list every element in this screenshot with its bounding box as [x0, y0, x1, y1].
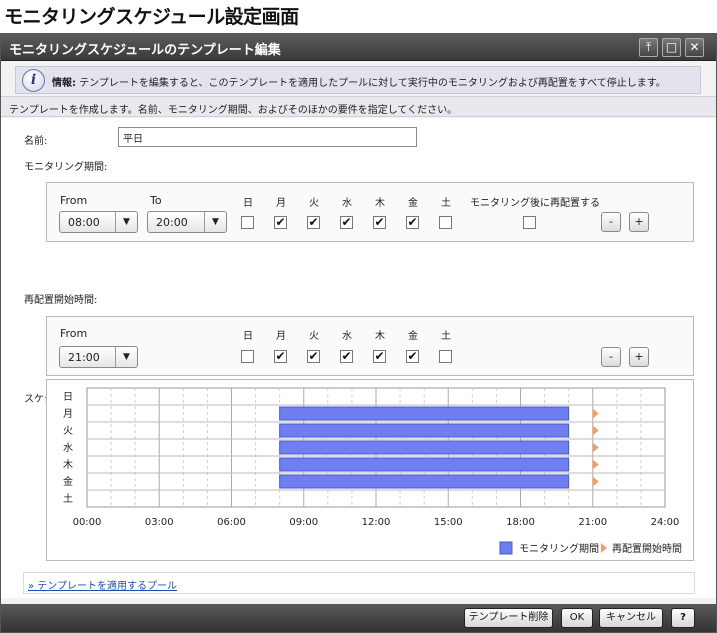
ok-button[interactable]: OK: [561, 608, 593, 628]
monitoring-bar: [279, 440, 570, 455]
monitoring-period-panel: From To 08:00 ▼ 20:00 ▼ 日 月 火 水 木 金 土 ✔ …: [46, 182, 694, 242]
description-bar: テンプレートを作成します。名前、モニタリング期間、およびそのほかの要件を指定して…: [1, 96, 716, 117]
x-tick-label: 12:00: [362, 517, 391, 528]
relocation-day-checkbox-thu[interactable]: ✔: [373, 350, 386, 363]
relocation-day-header-tue: 火: [309, 331, 319, 342]
delete-template-button[interactable]: テンプレート削除: [464, 608, 553, 628]
name-label: 名前:: [24, 136, 48, 147]
relocation-day-header-sat: 土: [441, 331, 451, 342]
description-text: テンプレートを作成します。名前、モニタリング期間、およびそのほかの要件を指定して…: [9, 105, 458, 116]
relocation-day-checkbox-mon[interactable]: ✔: [274, 350, 287, 363]
close-icon[interactable]: ✕: [685, 38, 704, 57]
x-tick-label: 21:00: [578, 517, 607, 528]
applied-pools-section: » テンプレートを適用するプール: [23, 572, 695, 594]
monitoring-to-select[interactable]: 20:00 ▼: [147, 211, 227, 233]
monitoring-from-label: From: [60, 194, 88, 207]
legend-label-relocation: 再配置開始時間: [612, 542, 682, 555]
relocation-day-checkbox-wed[interactable]: ✔: [340, 350, 353, 363]
row-label: 火: [63, 425, 73, 437]
day-header-fri: 金: [408, 198, 418, 209]
chevron-down-icon: ▼: [115, 212, 137, 232]
maximize-icon[interactable]: □: [662, 38, 681, 57]
x-tick-label: 09:00: [289, 517, 318, 528]
x-tick-label: 18:00: [506, 517, 535, 528]
monitoring-bar: [279, 406, 570, 421]
monitoring-day-checkbox-sat[interactable]: [439, 216, 452, 229]
chevron-down-icon: ▼: [115, 347, 137, 367]
monitoring-period-label: モニタリング期間:: [24, 162, 108, 173]
monitoring-day-checkbox-fri[interactable]: ✔: [406, 216, 419, 229]
relocation-remove-button[interactable]: -: [601, 347, 621, 367]
info-text: 情報: テンプレートを編集すると、このテンプレートを適用したプールに対して実行中…: [52, 78, 666, 89]
row-label: 日: [63, 392, 73, 403]
relocation-day-header-thu: 木: [375, 331, 385, 342]
x-tick-label: 15:00: [434, 517, 463, 528]
dialog-title: モニタリングスケジュールのテンプレート編集: [9, 43, 281, 58]
row-label: 土: [63, 492, 73, 505]
relocation-start-panel: From 21:00 ▼ 日 月 火 水 木 金 土 ✔ ✔ ✔ ✔ ✔ - +: [46, 316, 694, 376]
row-label: 月: [63, 408, 73, 420]
name-input[interactable]: [118, 127, 417, 147]
monitoring-day-checkbox-wed[interactable]: ✔: [340, 216, 353, 229]
monitoring-day-checkbox-mon[interactable]: ✔: [274, 216, 287, 229]
monitoring-day-checkbox-thu[interactable]: ✔: [373, 216, 386, 229]
relocation-add-button[interactable]: +: [629, 347, 649, 367]
legend-swatch-monitoring: [499, 541, 513, 555]
monitoring-add-button[interactable]: +: [629, 212, 649, 232]
monitoring-to-label: To: [150, 194, 162, 207]
relocation-start-label: 再配置開始時間:: [24, 295, 98, 306]
relocation-from-label: From: [60, 327, 88, 340]
template-edit-dialog: モニタリングスケジュールのテンプレート編集 ⤒ □ ✕ i 情報: テンプレート…: [0, 33, 717, 633]
day-header-wed: 水: [342, 198, 352, 209]
x-tick-label: 00:00: [73, 517, 102, 528]
x-tick-label: 24:00: [651, 517, 680, 528]
relocation-day-checkbox-sat[interactable]: [439, 350, 452, 363]
applied-pools-link[interactable]: » テンプレートを適用するプール: [28, 577, 177, 592]
cancel-button[interactable]: キャンセル: [599, 608, 663, 628]
relocate-after-label: モニタリング後に再配置する: [470, 198, 600, 209]
row-label: 水: [63, 442, 73, 454]
row-label: 木: [63, 459, 73, 471]
help-button[interactable]: ?: [671, 608, 695, 628]
info-icon: i: [22, 69, 45, 92]
relocation-day-checkbox-fri[interactable]: ✔: [406, 350, 419, 363]
monitoring-from-select[interactable]: 08:00 ▼: [59, 211, 138, 233]
day-header-tue: 火: [309, 198, 319, 209]
dialog-footer: テンプレート削除 OK キャンセル ?: [1, 604, 716, 632]
relocation-day-checkbox-tue[interactable]: ✔: [307, 350, 320, 363]
row-label: 金: [63, 475, 73, 488]
monitoring-day-checkbox-tue[interactable]: ✔: [307, 216, 320, 229]
day-header-sun: 日: [243, 198, 253, 209]
pin-top-icon[interactable]: ⤒: [639, 38, 658, 57]
relocation-day-header-fri: 金: [408, 331, 418, 342]
legend-label-monitoring: モニタリング期間: [519, 542, 599, 555]
x-tick-label: 06:00: [217, 517, 246, 528]
monitoring-day-checkbox-sun[interactable]: [241, 216, 254, 229]
schedule-summary-panel: 日月火水木金土 00:00 03:00 06:00 09:00 12:00 15:00 18:…: [46, 379, 694, 561]
page-title: モニタリングスケジュール設定画面: [4, 6, 299, 28]
schedule-chart: 日月火水木金土 00:00 03:00 06:00 09:00 12:00 15:00 18:…: [63, 387, 682, 555]
monitoring-bar: [279, 423, 570, 438]
chevron-down-icon: ▼: [204, 212, 226, 232]
dialog-titlebar: モニタリングスケジュールのテンプレート編集 ⤒ □ ✕: [1, 34, 716, 61]
relocation-day-header-sun: 日: [243, 331, 253, 342]
info-bar: i 情報: テンプレートを編集すると、このテンプレートを適用したプールに対して実…: [15, 66, 701, 94]
relocation-day-header-wed: 水: [342, 331, 352, 342]
relocate-after-checkbox[interactable]: [523, 216, 536, 229]
relocation-day-checkbox-sun[interactable]: [241, 350, 254, 363]
relocation-day-header-mon: 月: [276, 331, 286, 342]
relocation-from-select[interactable]: 21:00 ▼: [59, 346, 138, 368]
monitoring-bar: [279, 474, 570, 489]
day-header-thu: 木: [375, 198, 385, 209]
legend-swatch-relocation: [601, 543, 607, 553]
x-tick-label: 03:00: [145, 517, 174, 528]
monitoring-remove-button[interactable]: -: [601, 212, 621, 232]
day-header-sat: 土: [441, 198, 451, 209]
monitoring-bar: [279, 457, 570, 472]
day-header-mon: 月: [276, 198, 286, 209]
